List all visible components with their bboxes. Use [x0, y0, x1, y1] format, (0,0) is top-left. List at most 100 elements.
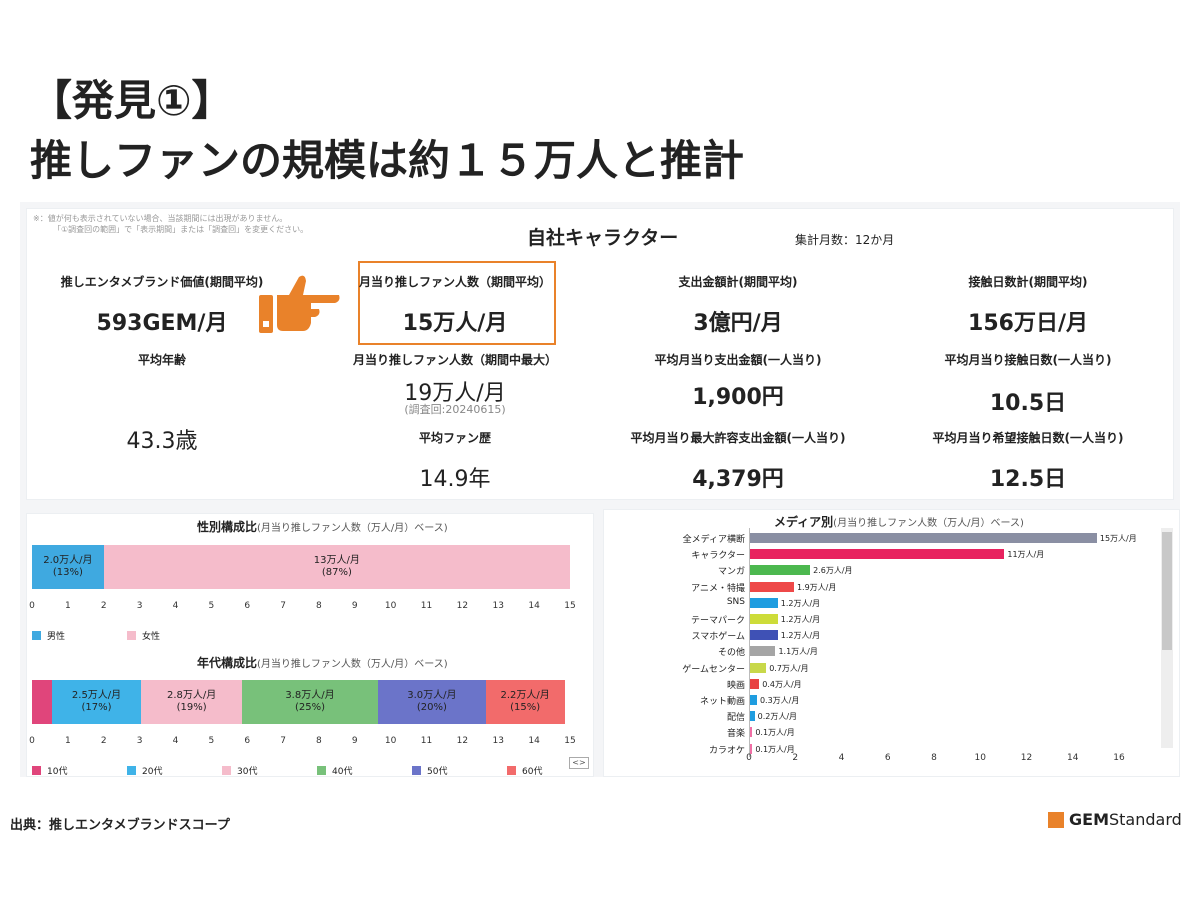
media-value-label: 1.2万人/月 [780, 615, 821, 624]
kpi-value-avg-age: 43.3歳 [126, 429, 198, 454]
kpi-value-fans-avg: 15万人/月 [402, 311, 508, 336]
x-tick: 4 [172, 736, 179, 746]
media-bar [750, 549, 1005, 560]
segment-pct: (87%) [321, 567, 352, 578]
media-bar [750, 533, 1097, 543]
note-line1: ※：値が何も表示されていない場合、当該期間には出現がありません。 [33, 214, 288, 223]
x-tick: 3 [136, 736, 143, 746]
media-category-label: 音楽 [726, 729, 745, 740]
x-tick: 13 [492, 601, 504, 611]
x-tick: 1 [64, 736, 71, 746]
media-bar [750, 581, 794, 592]
legend-label: 60代 [522, 767, 543, 777]
legend-label: 50代 [427, 767, 448, 777]
age-chart-title-text: 年代構成比 [197, 656, 258, 670]
segment-pct: (13%) [52, 567, 83, 578]
legend-scroll-buttons[interactable]: <> [569, 757, 589, 769]
legend-item: 20代 [127, 764, 162, 777]
media-category-label: その他 [717, 648, 745, 659]
media-bar [750, 662, 767, 673]
x-tick: 4 [838, 753, 845, 763]
media-category-label: カラオケ [708, 745, 745, 756]
kpi-label-desired-contact: 平均月当り希望接触日数(一人当り) [932, 431, 1124, 445]
kpi-label-contact-per-person: 平均月当り接触日数(一人当り) [944, 353, 1112, 367]
media-bar [750, 614, 778, 624]
legend-item: 10代 [32, 764, 67, 777]
media-category-label: SNS [726, 596, 745, 607]
x-tick: 3 [136, 601, 143, 611]
kpi-value-brand-value: 593GEM/月 [96, 311, 228, 336]
logo-bold: GEM [1069, 810, 1109, 829]
segment-label: 13万人/月 [313, 555, 360, 566]
bar-segment-1 [32, 680, 52, 724]
x-tick: 0 [746, 753, 752, 763]
segment-label: 3.8万人/月 [285, 690, 335, 701]
media-value-label: 1.1万人/月 [778, 647, 818, 657]
scrollbar-thumb[interactable] [1162, 532, 1172, 650]
segment-label: 2.2万人/月 [500, 690, 550, 701]
media-value-label: 0.7万人/月 [769, 663, 809, 673]
media-bar [750, 565, 811, 576]
legend-item: 40代 [317, 764, 352, 777]
x-tick: 2 [100, 601, 107, 611]
age-chart-title: 年代構成比(月当り推しファン人数（万人/月）ベース) [197, 654, 448, 671]
scrollbar-track[interactable] [1161, 528, 1173, 748]
media-category-label: キャラクター [691, 551, 745, 562]
x-tick: 16 [1113, 753, 1125, 763]
media-value-label: 15万人/月 [1099, 534, 1137, 543]
x-tick: 15 [564, 736, 576, 746]
x-tick: 11 [420, 601, 433, 611]
kpi-value-contact-days: 156万日/月 [968, 311, 1088, 336]
x-tick: 7 [280, 736, 286, 746]
segment-pct: (15%) [510, 702, 541, 713]
legend-swatch [412, 766, 421, 775]
media-value-label: 2.6万人/月 [813, 566, 853, 576]
media-category-label: ゲームセンター [682, 664, 745, 675]
kpi-label-spend-total: 支出金額計(期間平均) [678, 275, 798, 289]
legend-item: 30代 [222, 764, 257, 777]
x-tick: 6 [244, 736, 251, 746]
segment-label: 2.5万人/月 [71, 690, 122, 701]
kpi-label-avg-age: 平均年齢 [137, 353, 186, 367]
media-value-label: 0.3万人/月 [759, 696, 800, 705]
legend-swatch [507, 766, 516, 775]
segment-label: 2.8万人/月 [166, 690, 217, 701]
bar-segment-5: 3.0万人/月 (20%) [378, 680, 486, 724]
x-tick: 11 [420, 736, 433, 746]
age-chart-subtitle: (月当り推しファン人数（万人/月）ベース) [257, 659, 448, 670]
media-bar [750, 646, 776, 657]
composition-panel: 性別構成比(月当り推しファン人数（万人/月）ベース) 2.0万人/月 (13%) 1… [26, 513, 594, 777]
kpi-value-spend-total: 3億円/月 [693, 311, 783, 336]
legend-swatch [127, 631, 136, 640]
kpi-value-fan-history: 14.9年 [419, 467, 491, 492]
media-value-label: 1.9万人/月 [796, 582, 837, 592]
media-category-label: 映画 [726, 680, 745, 691]
media-value-label: 0.2万人/月 [757, 712, 798, 722]
kpi-panel: ※：値が何も表示されていない場合、当該期間には出現がありません。 「①調査回の範… [26, 208, 1174, 500]
legend-label: 10代 [47, 767, 68, 777]
media-bar [750, 695, 757, 705]
media-category-label: テーマパーク [690, 616, 745, 626]
bar-segment-1: 2.0万人/月 (13%) [32, 545, 104, 589]
segment-pct: (19%) [176, 702, 207, 713]
segment-label: 3.0万人/月 [407, 690, 457, 701]
media-bar [750, 711, 755, 722]
kpi-label-fans-max: 月当り推しファン人数（期間中最大） [352, 353, 557, 367]
kpi-value-spend-per-person: 1,900円 [692, 385, 784, 410]
legend-label: 20代 [142, 767, 163, 777]
media-category-label: スマホゲーム [691, 632, 745, 643]
x-tick: 8 [316, 601, 322, 611]
media-chart-title-text: メディア別 [774, 515, 834, 529]
media-value-label: 1.2万人/月 [780, 631, 821, 641]
media-value-label: 0.1万人/月 [755, 728, 795, 738]
x-tick: 7 [280, 601, 286, 611]
x-tick: 12 [1020, 753, 1033, 763]
media-category-label: マンガ [717, 567, 745, 578]
kpi-title: 自社キャラクター [527, 227, 679, 249]
slide-title-line1: 【発見①】 [30, 76, 234, 125]
x-tick: 14 [1067, 753, 1079, 763]
kpi-label-spend-per-person: 平均月当り支出金額(一人当り) [654, 353, 822, 367]
x-tick: 0 [29, 736, 35, 746]
source-citation: 出典：推しエンタメブランドスコープ [10, 818, 230, 833]
logo-square-icon [1048, 811, 1064, 828]
